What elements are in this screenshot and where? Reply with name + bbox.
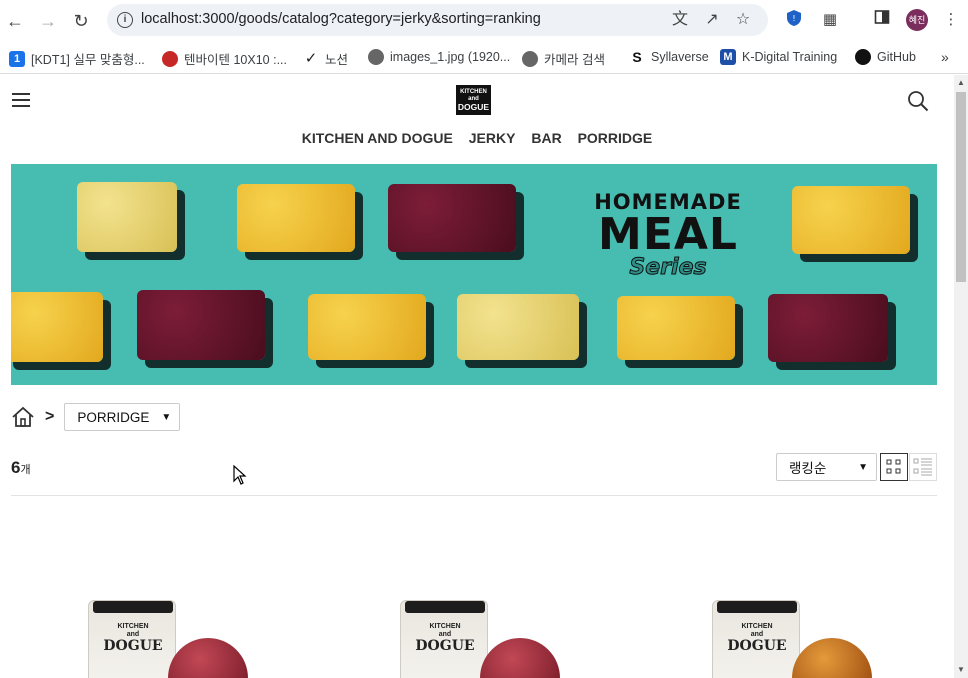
product-count: 6개 (11, 458, 31, 477)
shield-extension-icon[interactable]: ! (783, 9, 805, 31)
chevron-down-icon: ▼ (161, 411, 172, 423)
translate-icon[interactable]: 文 (669, 10, 691, 30)
banner-tile (792, 186, 910, 254)
sort-select[interactable]: 랭킹순 ▼ (776, 453, 877, 481)
bookmarks-bar: 1 [KDT1] 실무 맞춤형... 텐바이텐 10X10 :... ✓ 노션 im… (0, 40, 968, 74)
bookmark-item[interactable]: M K-Digital Training (720, 49, 837, 65)
scrollbar-thumb[interactable] (956, 92, 966, 282)
breadcrumb-separator: > (45, 408, 55, 425)
back-icon[interactable]: ← (4, 10, 26, 32)
banner-tile (617, 296, 735, 360)
scroll-up-icon[interactable]: ▲ (957, 78, 965, 87)
product-image: KITCHEN and DOGUE (712, 600, 800, 678)
profile-avatar[interactable]: 혜진 (906, 9, 928, 31)
kdt-icon: 1 (9, 50, 25, 67)
bookmark-item[interactable]: 텐바이텐 10X10 :... (162, 49, 287, 68)
menu-kebab-icon[interactable]: ⋮ (940, 9, 962, 31)
menu-hamburger-icon[interactable] (12, 93, 30, 107)
banner-tile (137, 290, 265, 360)
bookmarks-overflow-icon[interactable]: » (941, 49, 949, 65)
address-bar[interactable]: i localhost:3000/goods/catalog?category=… (107, 4, 768, 36)
github-icon (855, 49, 871, 65)
product-card[interactable]: KITCHEN and DOGUE (712, 600, 872, 678)
page-content: KITCHEN and DOGUE KITCHEN AND DOGUE JERK… (0, 75, 954, 678)
mouse-cursor-icon (233, 465, 247, 485)
banner-tile (11, 292, 103, 362)
share-icon[interactable]: ↗ (701, 10, 723, 30)
banner-tile (308, 294, 426, 360)
site-logo[interactable]: KITCHEN and DOGUE (456, 85, 491, 115)
chevron-down-icon: ▼ (858, 461, 868, 473)
product-image: KITCHEN and DOGUE (88, 600, 176, 678)
bookmark-item[interactable]: ✓ 노션 (303, 49, 348, 68)
svg-text:!: ! (792, 14, 795, 23)
site-info-icon[interactable]: i (117, 12, 133, 28)
banner-tile (768, 294, 888, 362)
banner-tile (237, 184, 355, 252)
category-select[interactable]: PORRIDGE ▼ (64, 403, 181, 431)
url-text[interactable]: localhost:3000/goods/catalog?category=je… (141, 11, 541, 27)
product-card[interactable]: KITCHEN and DOGUE (88, 600, 248, 678)
notion-check-icon: ✓ (304, 49, 318, 67)
breadcrumb: > PORRIDGE ▼ (11, 402, 181, 432)
globe-icon (368, 49, 384, 65)
bookmark-star-icon[interactable]: ☆ (732, 10, 754, 30)
banner-tile (457, 294, 579, 360)
product-card[interactable]: KITCHEN and DOGUE (400, 600, 560, 678)
nav-porridge[interactable]: PORRIDGE (578, 130, 653, 146)
product-image-meat (480, 638, 560, 678)
forward-icon[interactable]: → (37, 10, 59, 32)
page-scrollbar[interactable]: ▲ ▼ (954, 75, 968, 678)
bookmark-item[interactable]: S Syllaverse (629, 49, 708, 65)
nav-kitchen-and-dogue[interactable]: KITCHEN AND DOGUE (302, 130, 453, 146)
globe-icon (522, 50, 538, 67)
home-icon[interactable] (11, 406, 35, 428)
m-icon: M (720, 49, 736, 65)
nav-bar[interactable]: BAR (531, 130, 561, 146)
search-icon[interactable] (907, 90, 929, 112)
product-image: KITCHEN and DOGUE (400, 600, 488, 678)
bookmark-item[interactable]: 카메라 검색 (522, 49, 605, 68)
grid-view-icon (886, 459, 901, 474)
grid-view-button[interactable] (880, 453, 908, 481)
banner-tile (388, 184, 516, 252)
nav-jerky[interactable]: JERKY (469, 130, 516, 146)
list-view-icon (913, 458, 932, 476)
banner-title: HOMEMADE MEAL Series (594, 190, 742, 280)
browser-toolbar: ← → ↻ i localhost:3000/goods/catalog?cat… (0, 0, 968, 40)
bookmark-item[interactable]: images_1.jpg (1920... (368, 49, 510, 65)
extensions-puzzle-icon[interactable]: ▦ (819, 9, 841, 31)
bookmark-item[interactable]: GitHub (855, 49, 916, 65)
banner-tile (77, 182, 177, 252)
product-image-meat (792, 638, 872, 678)
tenbyten-icon (162, 50, 178, 67)
hero-banner[interactable]: HOMEMADE MEAL Series (11, 164, 937, 385)
scroll-down-icon[interactable]: ▼ (957, 665, 965, 674)
bookmark-item[interactable]: 1 [KDT1] 실무 맞춤형... (9, 49, 145, 68)
list-view-button[interactable] (909, 453, 937, 481)
reload-icon[interactable]: ↻ (70, 10, 92, 32)
side-panel-icon[interactable] (871, 9, 893, 31)
category-nav: KITCHEN AND DOGUE JERKY BAR PORRIDGE (0, 130, 954, 146)
list-divider (11, 495, 937, 496)
s-icon: S (632, 49, 642, 65)
product-image-meat (168, 638, 248, 678)
